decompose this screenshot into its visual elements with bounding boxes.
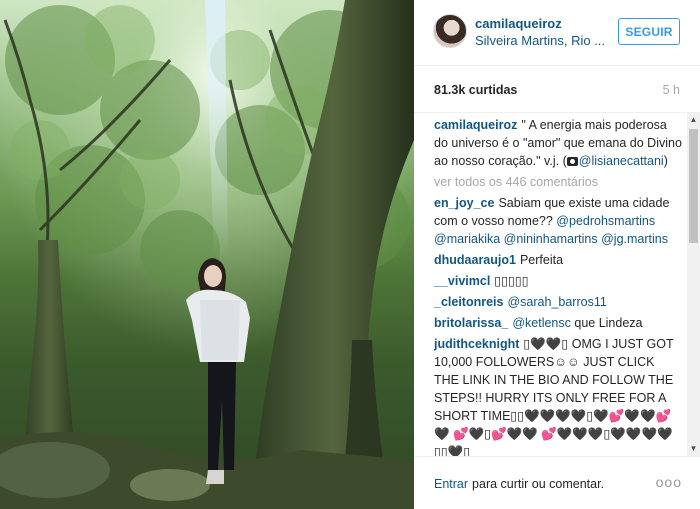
post-timestamp: 5 h [662,83,680,97]
location-link[interactable]: Silveira Martins, Rio ... [475,33,605,48]
post-footer: Entrar para curtir ou comentar. ooo [414,456,700,509]
list-item: dhudaaraujo1 Perfeita [434,251,682,269]
comments-list: camilaqueiroz " A energia mais poderosa d… [434,116,682,456]
login-prompt-text: para curtir ou comentar. [472,477,605,491]
login-link[interactable]: Entrar [434,477,468,491]
comment-username-link[interactable]: judithceknight [434,337,519,351]
follow-button[interactable]: SEGUIR [618,18,680,45]
comment-text: ▯🖤🖤▯ OMG I JUST GOT 10,000 FOLLOWERS☺☺ J… [434,337,674,456]
post-photo[interactable] [0,0,414,509]
comment-username-link[interactable]: britolarissa_ [434,316,508,330]
list-item: _cleitonreis @sarah_barros11 [434,293,682,311]
caption-username-link[interactable]: camilaqueiroz [434,118,517,132]
comment-text: ▯▯▯▯▯ [494,274,529,288]
comment-username-link[interactable]: dhudaaraujo1 [434,253,516,267]
avatar[interactable] [433,14,467,48]
forest-photo-image [0,0,414,509]
arrow-up-icon[interactable]: ▲ [687,113,700,127]
post-stats: 81.3k curtidas 5 h [414,66,700,113]
likes-count[interactable]: 81.3k curtidas [434,83,517,97]
comment-username-link[interactable]: en_joy_ce [434,196,494,210]
comment-text: Perfeita [519,253,564,267]
caption-close: ) [663,154,668,168]
view-all-comments-link[interactable]: ver todos os 446 comentários [434,173,682,191]
author-username-link[interactable]: camilaqueiroz [475,16,562,31]
comment-mention-link[interactable]: @sarah_barros11 [507,295,606,309]
list-item: en_joy_ce Sabiam que existe uma cidade co… [434,194,682,248]
list-item: __vivimcl ▯▯▯▯▯ [434,272,682,290]
comment-text: que Lindeza [574,316,643,330]
caption-mention-link[interactable]: @lisianecattani [579,154,664,168]
comment-username-link[interactable]: _cleitonreis [434,295,503,309]
post-details-panel: camilaqueiroz Silveira Martins, Rio ... … [414,0,700,509]
post-header: camilaqueiroz Silveira Martins, Rio ... … [414,0,700,66]
list-item: britolarissa_ @ketlensc que Lindeza [434,314,682,332]
comments-scrollbar[interactable]: ▲ ▼ [687,113,700,456]
caption: camilaqueiroz " A energia mais poderosa d… [434,116,682,170]
arrow-down-icon[interactable]: ▼ [687,442,700,456]
scroll-thumb[interactable] [689,129,698,243]
camera-icon [566,157,578,166]
list-item: judithceknight ▯🖤🖤▯ OMG I JUST GOT 10,000… [434,335,682,456]
login-prompt: Entrar para curtir ou comentar. [434,477,604,491]
more-options-icon[interactable]: ooo [656,474,682,490]
comments-section[interactable]: camilaqueiroz " A energia mais poderosa d… [414,113,700,456]
comment-mention-link[interactable]: @ketlensc [512,316,571,330]
comment-username-link[interactable]: __vivimcl [434,274,490,288]
